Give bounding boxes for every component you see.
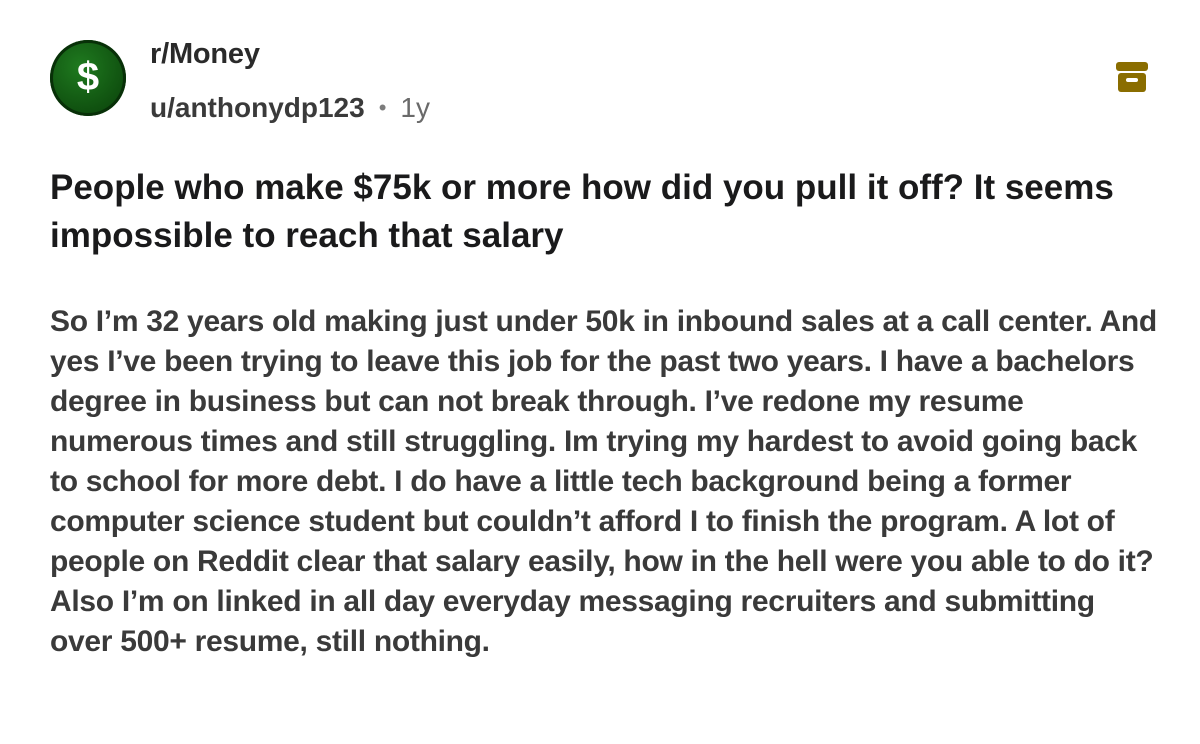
meta-separator: • [378, 95, 387, 120]
author-username[interactable]: u/anthonydp123 [150, 92, 365, 124]
post-body: So I’m 32 years old making just under 50… [50, 305, 1157, 658]
svg-text:$: $ [77, 55, 99, 99]
post-card: $ r/Money u/anthonydp123 • 1y People who… [0, 0, 1200, 744]
subreddit-name[interactable]: r/Money [150, 38, 260, 71]
archive-icon[interactable] [1114, 60, 1150, 94]
post-title[interactable]: People who make $75k or more how did you… [50, 164, 1130, 260]
subreddit-avatar[interactable]: $ [50, 40, 126, 116]
dollar-sign-icon: $ [77, 55, 99, 99]
post-meta: u/anthonydp123 • 1y [150, 92, 430, 124]
post-age: 1y [400, 92, 430, 123]
